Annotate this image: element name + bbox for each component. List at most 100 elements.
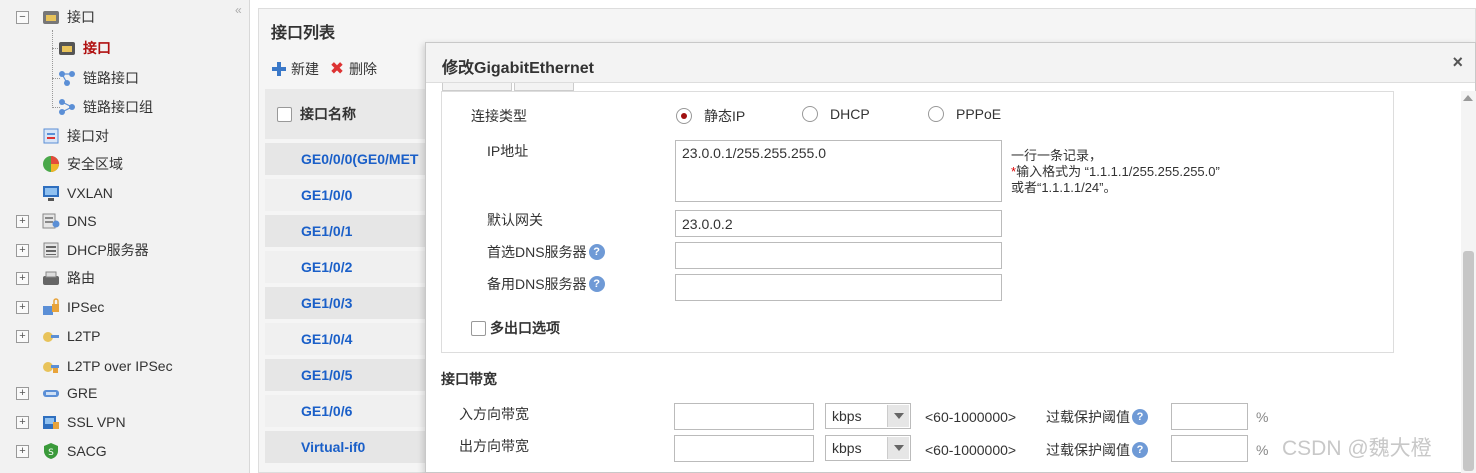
close-icon[interactable]: ×	[1452, 52, 1463, 73]
expand-toggle-icon[interactable]: +	[16, 215, 29, 228]
radio-dhcp[interactable]: DHCP	[802, 106, 870, 122]
new-button[interactable]: 新建	[271, 59, 319, 79]
scroll-thumb[interactable]	[1463, 251, 1474, 471]
inbound-overload-input[interactable]	[1171, 403, 1248, 430]
help-icon[interactable]: ?	[588, 276, 605, 292]
sidebar-item-label: 安全区域	[67, 156, 123, 172]
secondary-dns-input[interactable]	[675, 274, 1002, 301]
table-row[interactable]: GE0/0/0(GE0/MET	[265, 143, 435, 175]
scroll-up-icon[interactable]	[1463, 95, 1473, 101]
page-title: 接口列表	[271, 25, 336, 42]
expand-toggle-icon[interactable]: +	[16, 445, 29, 458]
outbound-percent-unit: %	[1256, 442, 1269, 458]
l2tp-icon	[42, 327, 60, 345]
sidebar-item-label: IPSec	[67, 299, 105, 315]
table-row[interactable]: Virtual-if0	[265, 431, 435, 463]
tab-stub[interactable]	[442, 83, 512, 91]
sidebar-item-ssl-vpn[interactable]: SSL VPN	[42, 409, 126, 435]
table-row[interactable]: GE1/0/1	[265, 215, 435, 247]
sidebar-item-label: VXLAN	[67, 185, 113, 201]
dialog-tabs	[442, 83, 576, 91]
sidebar-item-dhcp-server[interactable]: DHCP服务器	[42, 237, 149, 263]
sidebar-item-interface[interactable]: 接口	[58, 35, 111, 61]
help-icon[interactable]: ?	[588, 244, 605, 260]
link-interface-icon	[58, 69, 76, 87]
sidebar-item-route[interactable]: 路由	[42, 265, 95, 291]
primary-dns-label-text: 首选DNS服务器	[487, 244, 587, 260]
outbound-overload-input[interactable]	[1171, 435, 1248, 462]
ip-address-input[interactable]: 23.0.0.1/255.255.255.0	[675, 140, 1002, 202]
expand-toggle-icon[interactable]: +	[16, 387, 29, 400]
inbound-overload-label: 过载保护阈值 ?	[1046, 407, 1148, 427]
vxlan-icon	[42, 184, 60, 202]
radio-static-ip-label: 静态IP	[704, 108, 746, 124]
expand-toggle-icon[interactable]: +	[16, 244, 29, 257]
interface-pair-icon	[42, 127, 60, 145]
ipsec-icon	[42, 298, 60, 316]
expand-toggle-icon[interactable]: +	[16, 330, 29, 343]
sidebar-item-link-interface[interactable]: 链路接口	[58, 65, 139, 91]
dialog-scrollbar[interactable]	[1461, 91, 1476, 473]
svg-text:S: S	[48, 448, 54, 458]
delete-button-label: 删除	[349, 61, 377, 77]
sidebar-item-gre[interactable]: GRE	[42, 380, 97, 406]
table-row[interactable]: GE1/0/3	[265, 287, 435, 319]
hint-line-3: 或者“1.1.1.1/24”。	[1011, 180, 1117, 195]
sidebar-item-sacg[interactable]: S SACG	[42, 438, 107, 464]
expand-toggle-icon[interactable]: +	[16, 416, 29, 429]
radio-pppoe[interactable]: PPPoE	[928, 106, 1001, 122]
primary-dns-input[interactable]	[675, 242, 1002, 269]
outbound-unit-select[interactable]: kbps	[825, 435, 911, 461]
help-icon[interactable]: ?	[1132, 409, 1148, 425]
outbound-range-hint: <60-1000000>	[925, 442, 1017, 458]
sidebar-item-label: 路由	[67, 270, 95, 286]
inbound-unit-select[interactable]: kbps	[825, 403, 911, 429]
plus-icon	[271, 61, 287, 77]
sacg-icon: S	[42, 442, 60, 460]
dialog-title: 修改GigabitEthernet	[442, 60, 595, 77]
sidebar-item-l2tp[interactable]: L2TP	[42, 323, 100, 349]
radio-static-ip[interactable]: 静态IP	[676, 106, 745, 126]
collapse-sidebar-icon[interactable]: «	[235, 3, 242, 17]
select-all-checkbox[interactable]	[277, 106, 292, 122]
overload-label-text: 过载保护阈值	[1046, 442, 1130, 458]
ip-format-hint: 一行一条记录， *输入格式为 “1.1.1.1/255.255.255.0” 或…	[1011, 148, 1220, 196]
sidebar-item-security-zone[interactable]: 安全区域	[42, 151, 123, 177]
table-row[interactable]: GE1/0/4	[265, 323, 435, 355]
sidebar-item-link-interface-group[interactable]: 链路接口组	[58, 94, 153, 120]
outbound-overload-label: 过载保护阈值 ?	[1046, 440, 1148, 460]
radio-dhcp-dot	[802, 106, 818, 122]
secondary-dns-label: 备用DNS服务器 ?	[487, 274, 605, 294]
new-button-label: 新建	[291, 61, 319, 77]
ssl-vpn-icon	[42, 413, 60, 431]
expand-toggle-icon[interactable]: +	[16, 301, 29, 314]
table-row[interactable]: GE1/0/0	[265, 179, 435, 211]
default-gateway-input[interactable]	[675, 210, 1002, 237]
sidebar-item-l2tp-over-ipsec[interactable]: L2TP over IPSec	[42, 353, 173, 379]
tab-stub[interactable]	[514, 83, 574, 91]
inbound-unit-value: kbps	[832, 408, 862, 424]
delete-button[interactable]: ✖ 删除	[329, 59, 377, 79]
sidebar-item-interface-pair[interactable]: 接口对	[42, 123, 109, 149]
chevron-down-icon	[887, 437, 909, 459]
sidebar-item-dns[interactable]: DNS	[42, 208, 97, 234]
inbound-bandwidth-input[interactable]	[674, 403, 814, 430]
table-row[interactable]: GE1/0/6	[265, 395, 435, 427]
dhcp-server-icon	[42, 241, 60, 259]
outbound-bandwidth-input[interactable]	[674, 435, 814, 462]
radio-dhcp-label: DHCP	[830, 106, 870, 122]
expand-toggle-icon[interactable]: +	[16, 272, 29, 285]
delete-icon: ✖	[329, 59, 345, 78]
multi-exit-option[interactable]: 多出口选项	[471, 318, 560, 338]
collapse-toggle-icon[interactable]: −	[16, 11, 29, 24]
table-row[interactable]: GE1/0/5	[265, 359, 435, 391]
sidebar-item-vxlan[interactable]: VXLAN	[42, 180, 113, 206]
table-row[interactable]: GE1/0/2	[265, 251, 435, 283]
sidebar-item-ipsec[interactable]: IPSec	[42, 294, 104, 320]
inbound-percent-unit: %	[1256, 409, 1269, 425]
multi-exit-checkbox[interactable]	[471, 320, 486, 336]
sidebar-item-label: 接口	[67, 9, 95, 25]
sidebar-item-interface-group[interactable]: 接口	[42, 4, 95, 30]
secondary-dns-label-text: 备用DNS服务器	[487, 276, 587, 292]
help-icon[interactable]: ?	[1132, 442, 1148, 458]
